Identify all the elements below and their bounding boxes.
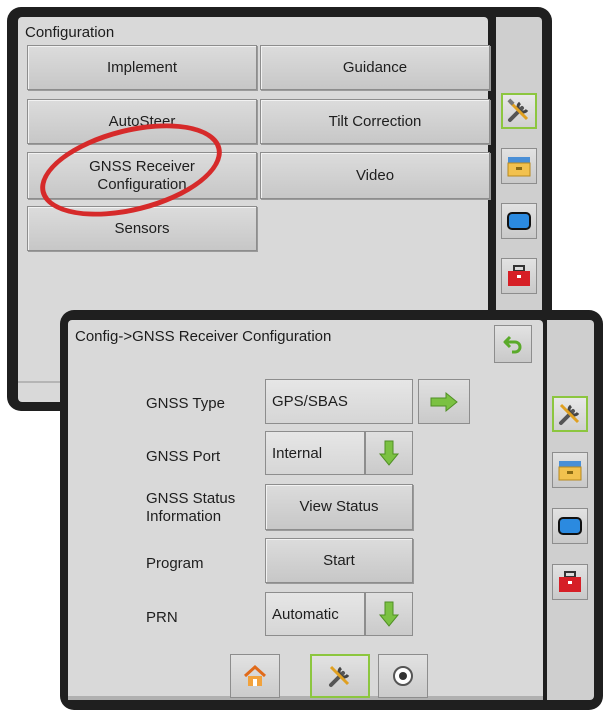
sensors-button[interactable]: Sensors	[27, 206, 257, 251]
bottom-bar	[68, 696, 543, 700]
tools-icon	[326, 662, 354, 690]
screen-icon	[505, 207, 533, 235]
toolbox-icon	[556, 568, 584, 596]
view-status-button[interactable]: View Status	[265, 484, 413, 530]
gnss-port-label: GNSS Port	[146, 448, 221, 465]
program-label: Program	[146, 555, 204, 572]
display-tab[interactable]	[501, 203, 537, 239]
folder-tab[interactable]	[501, 148, 537, 184]
toolbox-icon	[505, 262, 533, 290]
gauge-tab[interactable]	[378, 654, 428, 698]
gnss-type-label: GNSS Type	[146, 395, 225, 412]
arrow-down-icon	[378, 439, 400, 467]
home-tab[interactable]	[230, 654, 280, 698]
tools-tab[interactable]	[501, 93, 537, 129]
gnss-status-label-line2: Information	[146, 508, 222, 525]
home-icon	[243, 664, 267, 688]
program-start-button[interactable]: Start	[265, 538, 413, 583]
tools-icon	[556, 400, 584, 428]
gnss-type-value: GPS/SBAS	[272, 393, 348, 410]
prn-value: Automatic	[272, 605, 339, 623]
arrow-right-icon	[429, 391, 459, 413]
gnss-type-field[interactable]: GPS/SBAS	[265, 379, 413, 424]
configuration-title: Configuration	[25, 24, 115, 41]
toolbox-tab[interactable]	[552, 564, 588, 600]
gnss-window-title: Config->GNSS Receiver Configuration	[75, 328, 332, 345]
prn-label: PRN	[146, 609, 178, 626]
gnss-button-line2: Configuration	[97, 175, 187, 193]
folder-icon	[556, 456, 584, 484]
back-button[interactable]	[494, 325, 532, 363]
prn-dropdown-button[interactable]	[365, 592, 413, 636]
gnss-receiver-configuration-button[interactable]: GNSS Receiver Configuration	[27, 152, 257, 199]
gnss-type-next-button[interactable]	[418, 379, 470, 424]
screen-icon	[556, 512, 584, 540]
folder-tab[interactable]	[552, 452, 588, 488]
gnss-port-field[interactable]: Internal	[265, 431, 365, 475]
tools-icon	[505, 97, 533, 125]
implement-button[interactable]: Implement	[27, 45, 257, 90]
tools-tab[interactable]	[552, 396, 588, 432]
tools-bottom-tab[interactable]	[310, 654, 370, 698]
gnss-button-line1: GNSS Receiver	[89, 157, 195, 175]
toolbox-tab[interactable]	[501, 258, 537, 294]
arrow-down-icon	[378, 600, 400, 628]
display-tab[interactable]	[552, 508, 588, 544]
autosteer-button[interactable]: AutoSteer	[27, 99, 257, 144]
gnss-port-value: Internal	[272, 444, 323, 462]
gnss-status-label-line1: GNSS Status	[146, 490, 236, 507]
gnss-status-label: GNSS Status Information	[146, 490, 235, 526]
back-arrow-icon	[502, 333, 524, 355]
gnss-port-dropdown-button[interactable]	[365, 431, 413, 475]
gauge-icon	[391, 664, 415, 688]
gnss-configuration-window: Config->GNSS Receiver Configuration GNSS…	[60, 310, 603, 710]
prn-field[interactable]: Automatic	[265, 592, 365, 636]
folder-icon	[505, 152, 533, 180]
video-button[interactable]: Video	[260, 152, 490, 199]
tilt-correction-button[interactable]: Tilt Correction	[260, 99, 490, 144]
guidance-button[interactable]: Guidance	[260, 45, 490, 90]
